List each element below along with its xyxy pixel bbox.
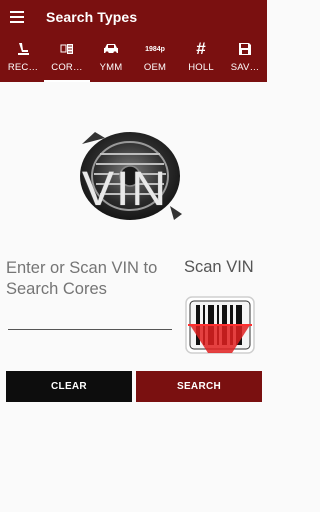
hash-icon-text: # bbox=[196, 39, 206, 58]
main-content: VIN Enter or Scan VIN to Search Cores Sc… bbox=[0, 82, 267, 512]
vin-input[interactable]: Enter or Scan VIN to Search Cores bbox=[6, 258, 171, 300]
seat-icon bbox=[0, 41, 46, 57]
tab-ymm[interactable]: YMM bbox=[88, 36, 134, 82]
tab-oem[interactable]: 1984p OEM bbox=[132, 36, 178, 82]
vin-input-underline bbox=[8, 329, 172, 330]
tab-saved[interactable]: SAV… bbox=[222, 36, 268, 82]
cores-icon bbox=[44, 41, 90, 57]
hash-icon: # bbox=[178, 39, 224, 58]
app-bar: Search Types bbox=[0, 0, 267, 36]
barcode-scanner-icon[interactable] bbox=[184, 295, 256, 355]
search-type-tabs: REC… COR… YMM 1984p OEM # HOLL SAV… bbox=[0, 36, 267, 82]
clear-button[interactable]: CLEAR bbox=[6, 371, 132, 402]
page-title: Search Types bbox=[46, 9, 138, 25]
car-icon bbox=[88, 41, 134, 57]
vin-overlay-text: VIN bbox=[82, 163, 169, 216]
search-button[interactable]: SEARCH bbox=[136, 371, 262, 402]
oem-icon-text: 1984p bbox=[145, 45, 165, 53]
oem-number-icon: 1984p bbox=[132, 41, 178, 57]
tab-label: SAV… bbox=[230, 62, 260, 73]
tab-cores[interactable]: COR… bbox=[44, 36, 90, 82]
hamburger-menu-icon[interactable] bbox=[10, 11, 24, 23]
save-icon bbox=[222, 41, 268, 57]
tab-recent[interactable]: REC… bbox=[0, 36, 46, 82]
scan-vin-label[interactable]: Scan VIN bbox=[184, 258, 254, 277]
tab-holl[interactable]: # HOLL bbox=[178, 36, 224, 82]
